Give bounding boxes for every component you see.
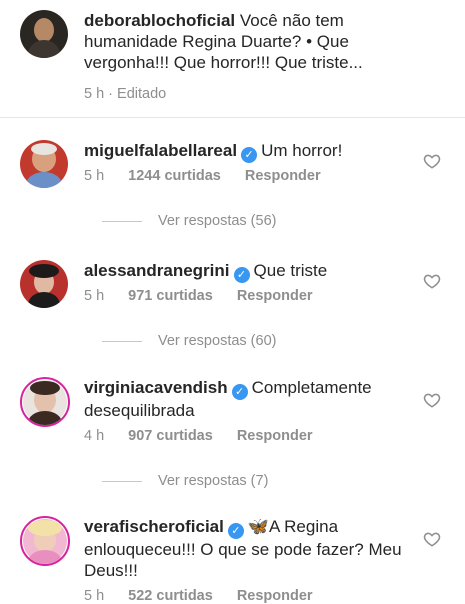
comment-likes[interactable]: 522 curtidas [128,588,213,604]
verified-badge-icon: ✓ [231,384,248,400]
view-replies-button[interactable]: Ver respostas (7) [102,473,268,489]
caption-time: 5 h [84,86,105,102]
comment-meta: 4 h 907 curtidas Responder [84,428,337,444]
comment-text: Que triste [253,261,328,280]
comment-likes[interactable]: 907 curtidas [128,428,213,444]
comment-likes[interactable]: 971 curtidas [128,288,213,304]
avatar-alessandranegrini[interactable] [20,260,68,308]
heart-outline-icon[interactable] [423,391,441,409]
verified-badge-icon: ✓ [241,147,258,163]
reply-button[interactable]: Responder [237,428,313,444]
replies-line [102,220,142,222]
comment-username[interactable]: virginiacavendish [84,378,228,397]
view-replies-label: Ver respostas (60) [158,333,277,349]
comment-username[interactable]: alessandranegrini [84,261,230,280]
caption-text-block: deborablochoficial Você não tem humanida… [84,10,434,73]
comment-time: 5 h [84,588,105,604]
caption-meta: 5 h · Editado [84,86,190,102]
comment-likes[interactable]: 1244 curtidas [128,168,221,184]
avatar-virginiacavendish[interactable] [20,377,70,427]
view-replies-button[interactable]: Ver respostas (56) [102,213,276,229]
caption-username[interactable]: deborablochoficial [84,11,235,30]
comment-time: 4 h [84,428,105,444]
heart-outline-icon[interactable] [423,530,441,548]
heart-outline-icon[interactable] [423,152,441,170]
caption-edited: · Editado [108,86,167,102]
comment-username[interactable]: verafischeroficial [84,517,224,536]
divider [0,117,465,118]
view-replies-button[interactable]: Ver respostas (60) [102,333,276,349]
comment-username[interactable]: miguelfalabellareal [84,141,237,160]
view-replies-label: Ver respostas (7) [158,473,269,489]
comment-text-block: alessandranegrini ✓ Que triste [84,260,424,283]
reply-button[interactable]: Responder [237,588,313,604]
comment-text-block: miguelfalabellareal ✓ Um horror! [84,140,424,163]
avatar-deborablochoficial[interactable] [20,10,68,58]
replies-line [102,480,142,482]
avatar-verafischeroficial[interactable] [20,516,70,566]
replies-line [102,340,142,342]
post-caption: deborablochoficial Você não tem humanida… [20,10,450,110]
reply-button[interactable]: Responder [237,288,313,304]
comment-time: 5 h [84,168,105,184]
comment-text: Um horror! [261,141,343,160]
comment-meta: 5 h 1244 curtidas Responder [84,168,345,184]
comment-text-block: virginiacavendish ✓ Completamente desequil… [84,377,424,421]
avatar-miguelfalabellareal[interactable] [20,140,68,188]
verified-badge-icon: ✓ [233,267,250,283]
heart-outline-icon[interactable] [423,272,441,290]
comment-meta: 5 h 522 curtidas Responder [84,588,337,604]
view-replies-label: Ver respostas (56) [158,213,277,229]
reply-button[interactable]: Responder [245,168,321,184]
verified-badge-icon: ✓ [227,523,244,539]
comment-text-block: verafischeroficial ✓ 🦋A Regina enlouqueceu… [84,516,424,581]
comment-meta: 5 h 971 curtidas Responder [84,288,337,304]
butterfly-emoji: 🦋 [247,517,270,536]
comment-time: 5 h [84,288,105,304]
